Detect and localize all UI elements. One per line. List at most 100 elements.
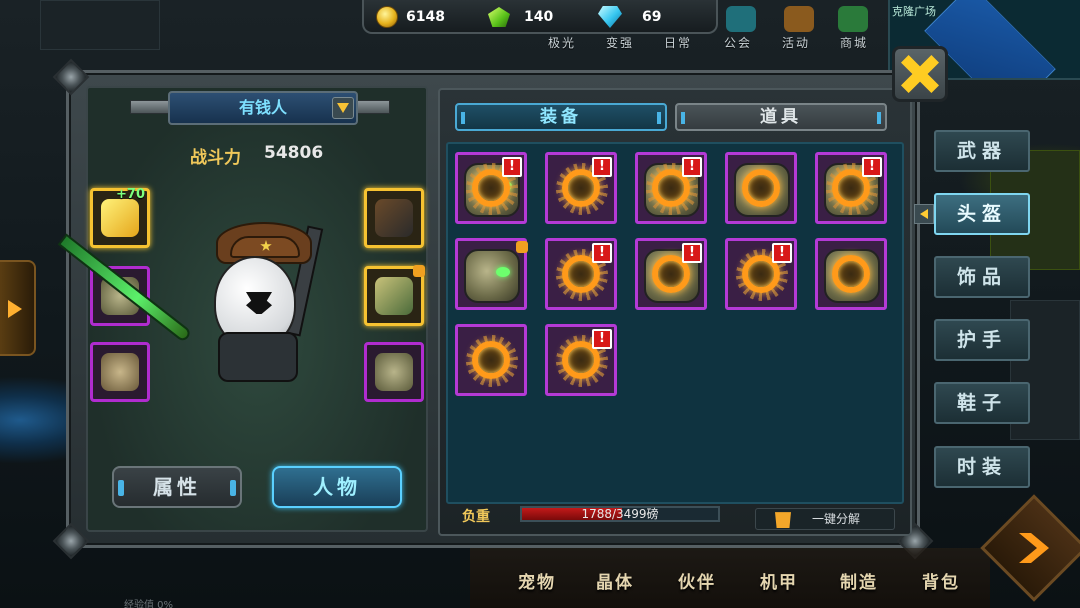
equipped-gauntlet-slot[interactable] <box>90 342 150 402</box>
experience-text: 经验值 0% <box>124 600 174 608</box>
category-gauntlet[interactable]: 护手 <box>934 319 1030 361</box>
inventory-item[interactable]: ! <box>725 238 797 310</box>
inventory-item[interactable]: ! <box>455 152 527 224</box>
inventory-item[interactable] <box>725 152 797 224</box>
side-menu-toggle[interactable] <box>0 260 36 356</box>
equipped-accessory-slot[interactable] <box>364 265 425 326</box>
inventory-item[interactable] <box>815 238 887 310</box>
nav-aurora[interactable]: 极光 <box>548 34 576 51</box>
diamond-value: 69 <box>642 9 662 25</box>
hero-character <box>196 222 336 392</box>
character-select-dropdown[interactable] <box>332 97 354 119</box>
tab-items-label: 道具 <box>760 107 802 127</box>
alert-icon: ! <box>592 329 612 349</box>
active-category-arrow-icon <box>914 204 934 224</box>
category-accessory[interactable]: 饰品 <box>934 256 1030 298</box>
close-icon <box>901 55 939 93</box>
dropdown-arrow-icon <box>337 103 349 113</box>
alert-icon: ! <box>592 243 612 263</box>
green-gem-counter: 140 <box>488 5 553 29</box>
boots-icon <box>375 353 413 391</box>
nav-events[interactable]: 活动 <box>782 34 810 51</box>
accessory-icon <box>375 277 413 315</box>
guild-icon <box>726 6 756 32</box>
shop-cart-icon <box>838 6 868 32</box>
inventory-item[interactable]: ! <box>545 324 617 396</box>
alert-icon: ! <box>502 157 522 177</box>
weight-value: 1788/3499磅 <box>581 507 659 521</box>
category-helmet[interactable]: 头盔 <box>934 193 1030 235</box>
tab-cap <box>230 480 236 496</box>
combat-power-label: 战斗力 <box>190 148 241 168</box>
close-button[interactable] <box>892 46 948 102</box>
equipped-boots-slot[interactable] <box>364 342 424 402</box>
nav-backpack[interactable]: 背包 <box>922 568 960 593</box>
weight-label: 负重 <box>462 509 490 525</box>
character-name: 有钱人 <box>168 91 358 125</box>
nav-shop[interactable]: 商城 <box>840 34 868 51</box>
category-boots[interactable]: 鞋子 <box>934 382 1030 424</box>
inventory-item[interactable] <box>455 324 527 396</box>
nav-guild[interactable]: 公会 <box>724 34 752 51</box>
tab-items[interactable]: 道具 <box>675 103 887 131</box>
armor-icon <box>375 199 413 237</box>
tab-attributes-label: 属性 <box>153 475 201 499</box>
nav-daily[interactable]: 日常 <box>664 34 692 51</box>
hero-body <box>218 332 298 382</box>
tab-equipment-label: 装备 <box>540 107 582 127</box>
lock-icon <box>413 265 425 277</box>
tab-cap <box>681 112 685 124</box>
event-icon <box>784 6 814 32</box>
inventory-item[interactable]: ! <box>545 238 617 310</box>
hero-mouth <box>246 292 272 314</box>
tab-equipment[interactable]: 装备 <box>455 103 667 131</box>
diamond-counter: 69 <box>598 5 661 29</box>
nav-crystals[interactable]: 晶体 <box>596 568 634 593</box>
tab-cap <box>657 112 661 124</box>
green-gem-icon <box>488 7 510 27</box>
alert-icon: ! <box>682 157 702 177</box>
gauntlet-icon <box>101 353 139 391</box>
inventory-item[interactable]: ! <box>545 152 617 224</box>
enhance-level-badge: +70 <box>116 187 145 202</box>
category-weapon[interactable]: 武器 <box>934 130 1030 172</box>
equipped-armor-slot[interactable] <box>364 188 424 248</box>
category-fashion[interactable]: 时装 <box>934 446 1030 488</box>
nav-mecha[interactable]: 机甲 <box>760 568 798 593</box>
mask-eye <box>496 267 510 277</box>
tab-character[interactable]: 人物 <box>272 466 402 508</box>
inventory-item[interactable]: ! <box>635 238 707 310</box>
lightning-weapon-icon <box>101 199 139 237</box>
alert-icon: ! <box>592 157 612 177</box>
alert-icon: ! <box>772 243 792 263</box>
green-gem-value: 140 <box>524 9 554 25</box>
orange-ring-icon <box>742 169 780 207</box>
alert-icon: ! <box>682 243 702 263</box>
nav-crafting[interactable]: 制造 <box>840 568 878 593</box>
inventory-item[interactable] <box>455 238 528 310</box>
gold-value: 6148 <box>406 9 445 25</box>
inventory-item[interactable]: ! <box>815 152 887 224</box>
gold-counter: 6148 <box>376 5 445 29</box>
chevron-right-icon <box>8 300 22 318</box>
scenery-crate <box>40 0 160 50</box>
minimap-title: 克隆广场 <box>892 5 936 18</box>
decompose-all-label: 一键分解 <box>812 512 861 526</box>
orange-ring-icon <box>472 341 510 379</box>
nav-pets[interactable]: 宠物 <box>518 568 556 593</box>
trash-icon <box>775 512 791 528</box>
diamond-icon <box>598 6 622 28</box>
decor-pipe <box>130 100 170 114</box>
tab-character-label: 人物 <box>313 475 361 499</box>
tab-attributes[interactable]: 属性 <box>112 466 242 508</box>
gas-mask-helmet-icon <box>464 249 520 303</box>
decor-pipe <box>356 100 390 114</box>
inventory-item[interactable]: ! <box>635 152 707 224</box>
orange-ring-icon <box>832 255 870 293</box>
nav-partners[interactable]: 伙伴 <box>678 568 716 593</box>
tab-cap <box>118 480 124 496</box>
tab-cap <box>461 112 465 124</box>
chevron-icon <box>1019 533 1049 563</box>
nav-strengthen[interactable]: 变强 <box>606 34 634 51</box>
combat-power-value: 54806 <box>264 143 324 163</box>
